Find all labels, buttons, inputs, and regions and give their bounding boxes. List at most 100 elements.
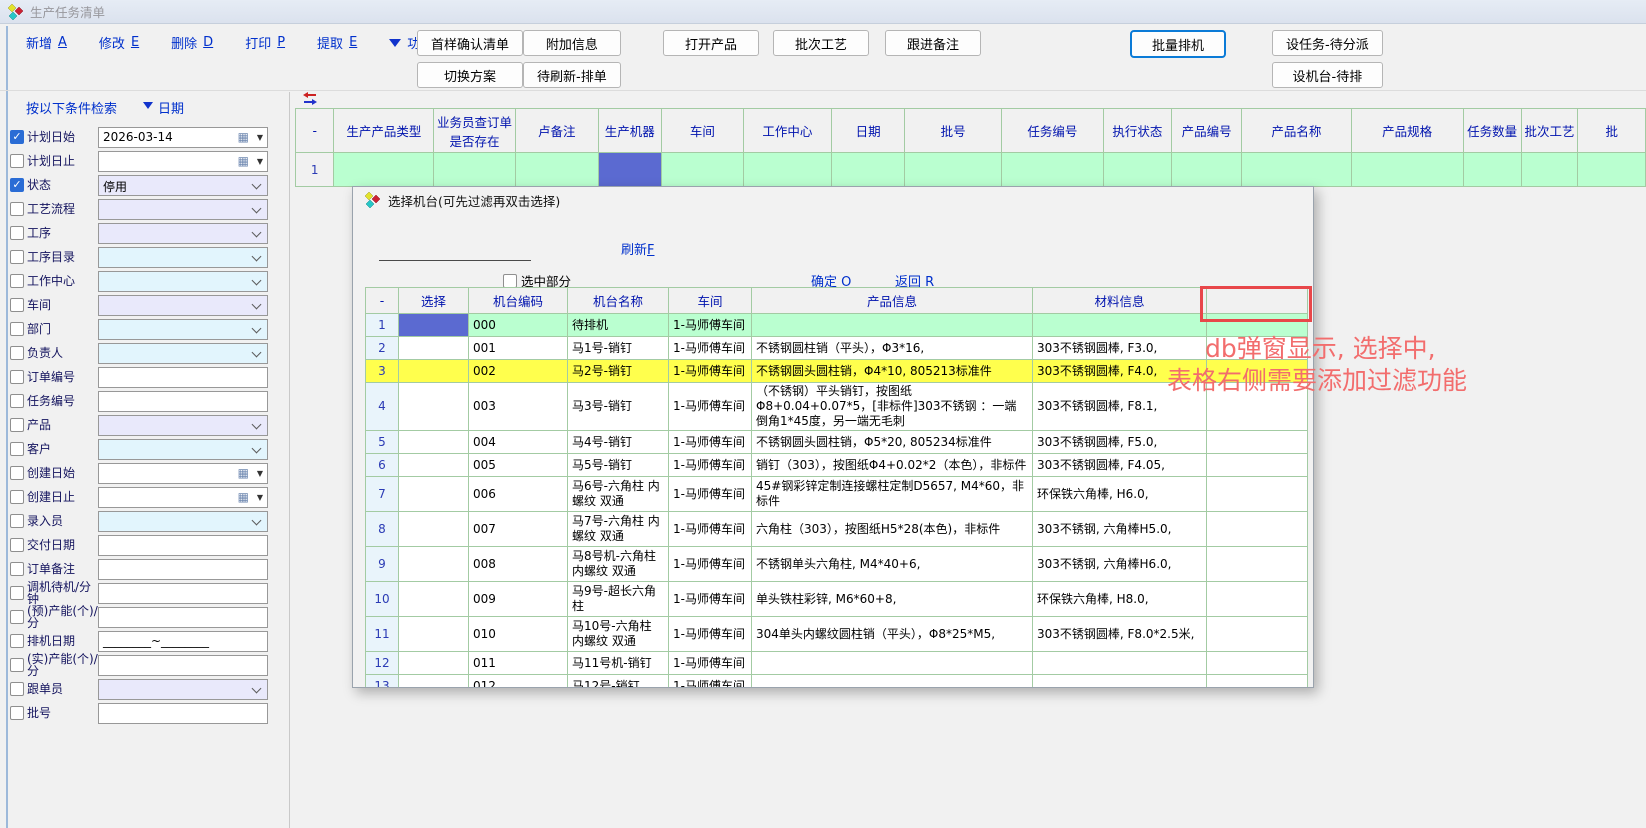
main-cell-batch-no[interactable] [905, 153, 1002, 187]
machine-row-number[interactable]: 9 [366, 547, 399, 582]
machine-cell-name[interactable]: 马1号-销钉 [568, 337, 669, 360]
machine-cell-code[interactable]: 006 [469, 477, 568, 512]
main-col-date[interactable]: 日期 [832, 109, 905, 153]
plan-date-end-date-input[interactable]: ▦▼ [98, 151, 268, 172]
machine-cell-material[interactable]: 环保铁六角棒, H6.0, [1033, 477, 1207, 512]
machine-cell-code[interactable]: 000 [469, 314, 568, 337]
machine-cell-select[interactable] [399, 314, 469, 337]
customer-checkbox[interactable] [10, 442, 24, 456]
task-no-checkbox[interactable] [10, 394, 24, 408]
machine-cell-select[interactable] [399, 617, 469, 652]
refresh-link[interactable]: 刷新F [621, 239, 655, 258]
machine-cell-material[interactable]: 303不锈钢圆棒, F4.05, [1033, 454, 1207, 477]
delivery-date-checkbox[interactable] [10, 538, 24, 552]
machine-row-number[interactable]: 2 [366, 337, 399, 360]
operation-catalog-select[interactable] [98, 247, 268, 268]
machine-cell-select[interactable] [399, 652, 469, 675]
create-date-end-date-input[interactable]: ▦▼ [98, 487, 268, 508]
machine-row-number[interactable]: 8 [366, 512, 399, 547]
set-task-to-dispatch-button[interactable]: 设任务-待分派 [1272, 30, 1383, 56]
machine-cell-material[interactable]: 303不锈钢, 六角棒H5.0, [1033, 512, 1207, 547]
machine-row-number[interactable]: 4 [366, 383, 399, 431]
machine-row-005[interactable]: 6005马5号-销钉1-马师傅车间销钉（303），按图纸Φ4+0.02*2（本色… [366, 454, 1308, 477]
machine-cell-product[interactable]: 销钉（303），按图纸Φ4+0.02*2（本色），非标件 [752, 454, 1033, 477]
set-machine-to-schedule-button[interactable]: 设机台-待排 [1272, 62, 1383, 88]
machine-cell-workshop[interactable]: 1-马师傅车间 [669, 431, 752, 454]
machine-cell-material[interactable]: 303不锈钢圆棒, F8.0*2.5米, [1033, 617, 1207, 652]
refresh-pending-order-button[interactable]: 待刷新-排单 [523, 62, 621, 88]
machine-cell-workshop[interactable]: 1-马师傅车间 [669, 652, 752, 675]
main-col-clerk-order-check[interactable]: 业务员查订单是否存在 [434, 109, 516, 153]
machine-cell-material[interactable] [1033, 314, 1207, 337]
main-col-product-type[interactable]: 生产产品类型 [334, 109, 434, 153]
machine-cell-product[interactable]: 304单头内螺纹圆柱销（平头），Φ8*25*M5, [752, 617, 1033, 652]
order-no-checkbox[interactable] [10, 370, 24, 384]
machine-col-code[interactable]: 机台编码 [469, 288, 568, 314]
main-cell-product-no[interactable] [1172, 153, 1242, 187]
machine-cell-filter[interactable] [1207, 512, 1308, 547]
workshop-checkbox[interactable] [10, 298, 24, 312]
main-col-product-no[interactable]: 产品编号 [1172, 109, 1242, 153]
main-cell-exec-status[interactable] [1103, 153, 1171, 187]
machine-cell-code[interactable]: 005 [469, 454, 568, 477]
machine-cell-code[interactable]: 001 [469, 337, 568, 360]
main-col-batch-no[interactable]: 批号 [905, 109, 1002, 153]
machine-cell-product[interactable]: 六角柱（303），按图纸H5*28(本色)，非标件 [752, 512, 1033, 547]
machine-cell-product[interactable]: 45#钢彩锌定制连接螺柱定制D5657, M4*60，非标件 [752, 477, 1033, 512]
operation-checkbox[interactable] [10, 226, 24, 240]
product-select[interactable] [98, 415, 268, 436]
department-checkbox[interactable] [10, 322, 24, 336]
setup-standby-min-checkbox[interactable] [10, 586, 24, 600]
machine-cell-product[interactable]: （不锈钢）平头销钉，按图纸Φ8+0.04+0.07*5，[非标件]303不锈钢 … [752, 383, 1033, 431]
machine-cell-name[interactable]: 马9号-超长六角柱 [568, 582, 669, 617]
sidebar-divider[interactable] [289, 92, 290, 828]
create-date-end-checkbox[interactable] [10, 490, 24, 504]
machine-cell-name[interactable]: 马11号机-销钉 [568, 652, 669, 675]
main-cell-batch-cut[interactable] [1578, 153, 1646, 187]
status-select[interactable]: 停用 [98, 175, 268, 196]
machine-cell-workshop[interactable]: 1-马师傅车间 [669, 675, 752, 689]
schedule-date-input[interactable]: ________~________ [98, 631, 268, 652]
machine-row-number[interactable]: 1 [366, 314, 399, 337]
machine-col-material[interactable]: 材料信息 [1033, 288, 1207, 314]
main-data-row[interactable]: 1 [296, 153, 1646, 187]
machine-cell-material[interactable]: 303不锈钢, 六角棒H6.0, [1033, 547, 1207, 582]
machine-cell-name[interactable]: 马4号-销钉 [568, 431, 669, 454]
menu-item-delete[interactable]: 删除D [171, 32, 213, 53]
machine-cell-code[interactable]: 010 [469, 617, 568, 652]
main-col-num[interactable]: - [296, 109, 334, 153]
machine-row-number[interactable]: 5 [366, 431, 399, 454]
main-cell-product-name[interactable] [1242, 153, 1351, 187]
main-col-product-spec[interactable]: 产品规格 [1351, 109, 1463, 153]
machine-cell-workshop[interactable]: 1-马师傅车间 [669, 360, 752, 383]
main-col-task-qty[interactable]: 任务数量 [1463, 109, 1521, 153]
process-flow-select[interactable] [98, 199, 268, 220]
manager-checkbox[interactable] [10, 346, 24, 360]
machine-cell-workshop[interactable]: 1-马师傅车间 [669, 454, 752, 477]
machine-cell-code[interactable]: 003 [469, 383, 568, 431]
machine-row-number[interactable]: 11 [366, 617, 399, 652]
operation-select[interactable] [98, 223, 268, 244]
menu-item-add[interactable]: 新增A [26, 32, 67, 53]
machine-cell-filter[interactable] [1207, 582, 1308, 617]
main-cell-clerk-order-check[interactable] [434, 153, 516, 187]
machine-cell-code[interactable]: 007 [469, 512, 568, 547]
machine-cell-name[interactable]: 马3号-销钉 [568, 383, 669, 431]
machine-row-number[interactable]: 13 [366, 675, 399, 689]
machine-row-number[interactable]: 10 [366, 582, 399, 617]
main-col-exec-status[interactable]: 执行状态 [1103, 109, 1171, 153]
main-col-batch-cut[interactable]: 批 [1578, 109, 1646, 153]
machine-row-001[interactable]: 2001马1号-销钉1-马师傅车间不锈钢圆柱销（平头），Φ3*16,303不锈钢… [366, 337, 1308, 360]
machine-col-name[interactable]: 机台名称 [568, 288, 669, 314]
machine-cell-material[interactable] [1033, 675, 1207, 689]
order-no-input[interactable] [98, 367, 268, 388]
machine-cell-name[interactable]: 马10号-六角柱 内螺纹 双通 [568, 617, 669, 652]
machine-cell-material[interactable]: 303不锈钢圆棒, F3.0, [1033, 337, 1207, 360]
machine-cell-product[interactable] [752, 675, 1033, 689]
machine-cell-filter[interactable] [1207, 547, 1308, 582]
actual-capacity-checkbox[interactable] [10, 658, 24, 672]
machine-row-number[interactable]: 12 [366, 652, 399, 675]
machine-cell-select[interactable] [399, 383, 469, 431]
batch-no-input[interactable] [98, 703, 268, 724]
machine-cell-code[interactable]: 009 [469, 582, 568, 617]
